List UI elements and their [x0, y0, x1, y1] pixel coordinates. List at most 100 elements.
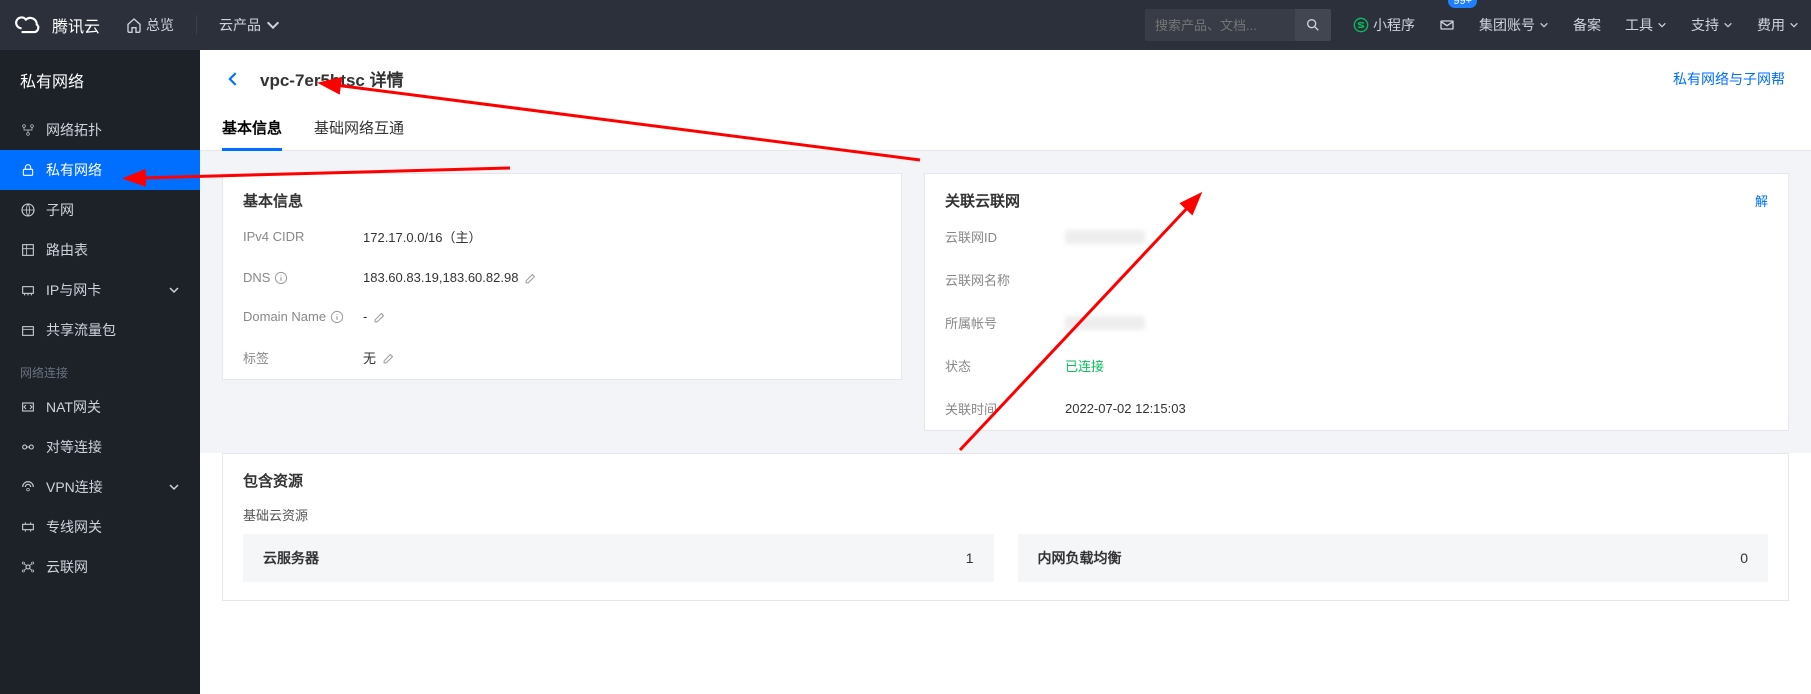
pencil-icon[interactable]: [524, 271, 538, 285]
tab-basic-info[interactable]: 基本信息: [222, 107, 282, 150]
nav-messages[interactable]: 99+: [1427, 0, 1467, 50]
row-ccn-status: 状态 已连接: [925, 344, 1788, 387]
nav-products[interactable]: 云产品: [207, 0, 293, 50]
sidebar-item-label: 私有网络: [46, 160, 102, 180]
info-icon[interactable]: [274, 271, 288, 285]
globe-icon: [20, 202, 36, 218]
sidebar-item-vpc[interactable]: 私有网络: [0, 150, 200, 190]
ccn-unbind-link[interactable]: 解: [1755, 191, 1768, 210]
nav-beian[interactable]: 备案: [1561, 0, 1613, 50]
sidebar-item-ip-nic[interactable]: IP与网卡: [0, 270, 200, 310]
label-ipv4: IPv4 CIDR: [243, 229, 363, 244]
nav-fees[interactable]: 费用: [1745, 0, 1811, 50]
label-ccn-owner: 所属帐号: [945, 313, 1065, 332]
lock-icon: [20, 162, 36, 178]
search-icon: [1305, 17, 1321, 33]
mail-icon: [1439, 17, 1455, 33]
nav-miniprogram[interactable]: 小程序: [1341, 0, 1427, 50]
table-icon: [20, 242, 36, 258]
sidebar-item-vpn[interactable]: VPN连接: [0, 467, 200, 507]
chevron-down-icon: [1657, 20, 1667, 30]
search-button[interactable]: [1295, 9, 1331, 41]
search-input[interactable]: [1145, 9, 1295, 41]
row-ccn-owner: 所属帐号: [925, 301, 1788, 344]
tab-bar: 基本信息 基础网络互通: [200, 107, 1811, 151]
label-dns: DNS: [243, 270, 363, 285]
nav-account[interactable]: 集团账号: [1467, 0, 1561, 50]
cloud-logo-icon: [14, 12, 40, 38]
value-ccn-status: 已连接: [1065, 356, 1104, 375]
topbar-right-links: 集团账号 备案 工具 支持 费用: [1467, 0, 1811, 50]
direct-icon: [20, 519, 36, 535]
sidebar-item-label: NAT网关: [46, 397, 101, 417]
sidebar-item-ccn[interactable]: 云联网: [0, 547, 200, 587]
resource-value: 1: [966, 550, 974, 566]
nat-icon: [20, 399, 36, 415]
mail-badge: 99+: [1448, 0, 1477, 8]
sidebar-item-peering[interactable]: 对等连接: [0, 427, 200, 467]
nav-support[interactable]: 支持: [1679, 0, 1745, 50]
back-button[interactable]: [222, 67, 246, 91]
masked-value: [1065, 230, 1145, 244]
content-area: 基本信息 IPv4 CIDR 172.17.0.0/16（主） DNS 183.…: [200, 151, 1811, 453]
resource-box-clb[interactable]: 内网负载均衡 0: [1018, 534, 1769, 582]
sidebar: 私有网络 网络拓扑 私有网络 子网 路由表 IP与网卡 共享流量包 网络连接: [0, 50, 200, 694]
value-ccn-id: [1065, 230, 1145, 244]
ccn-title: 关联云联网: [945, 190, 1020, 211]
sidebar-item-label: 网络拓扑: [46, 120, 102, 140]
sidebar-item-label: 路由表: [46, 240, 88, 260]
page-title: vpc-7er5btsc 详情: [260, 66, 404, 91]
sidebar-item-topology[interactable]: 网络拓扑: [0, 110, 200, 150]
chevron-down-icon: [1789, 20, 1799, 30]
pencil-icon[interactable]: [373, 310, 387, 324]
resources-row: 云服务器 1 内网负载均衡 0: [223, 534, 1788, 600]
row-ccn-id: 云联网ID: [925, 215, 1788, 258]
sidebar-item-label: 子网: [46, 200, 74, 220]
tab-classic-link[interactable]: 基础网络互通: [314, 107, 404, 150]
package-icon: [20, 322, 36, 338]
info-icon[interactable]: [330, 310, 344, 324]
nav-overview[interactable]: 总览: [114, 0, 186, 50]
sidebar-item-label: 对等连接: [46, 437, 102, 457]
label-ccn-name: 云联网名称: [945, 270, 1065, 289]
arrow-left-icon: [224, 69, 244, 89]
sidebar-item-directconnect[interactable]: 专线网关: [0, 507, 200, 547]
chevron-down-icon: [1723, 20, 1733, 30]
sidebar-item-routetable[interactable]: 路由表: [0, 230, 200, 270]
sidebar-item-nat[interactable]: NAT网关: [0, 387, 200, 427]
masked-value: [1065, 316, 1145, 330]
sidebar-item-sharedtraffic[interactable]: 共享流量包: [0, 310, 200, 350]
resources-title: 包含资源: [223, 454, 1788, 495]
sidebar-item-label: VPN连接: [46, 477, 103, 497]
row-dns: DNS 183.60.83.19,183.60.82.98: [223, 258, 901, 297]
card-ccn: 关联云联网 解 云联网ID 云联网名称 所属帐号 状态 已连接: [924, 173, 1789, 431]
chevron-down-icon: [1539, 20, 1549, 30]
nav-tools[interactable]: 工具: [1613, 0, 1679, 50]
help-link[interactable]: 私有网络与子网帮: [1673, 69, 1789, 89]
sidebar-item-subnet[interactable]: 子网: [0, 190, 200, 230]
ccn-icon: [20, 559, 36, 575]
card-title: 基本信息: [223, 174, 901, 215]
row-ipv4: IPv4 CIDR 172.17.0.0/16（主）: [223, 215, 901, 258]
resource-name: 云服务器: [263, 548, 319, 568]
row-ccn-name: 云联网名称: [925, 258, 1788, 301]
sidebar-item-label: 专线网关: [46, 517, 102, 537]
value-ccn-time: 2022-07-02 12:15:03: [1065, 401, 1186, 416]
sidebar-item-label: IP与网卡: [46, 280, 101, 300]
row-domain: Domain Name -: [223, 297, 901, 336]
topology-icon: [20, 122, 36, 138]
row-tags: 标签 无: [223, 336, 901, 379]
home-icon: [126, 17, 142, 33]
value-ccn-owner: [1065, 316, 1145, 330]
miniprogram-icon: [1353, 17, 1369, 33]
sidebar-title: 私有网络: [0, 50, 200, 110]
brand-text: 腾讯云: [52, 13, 100, 37]
value-tags: 无: [363, 348, 396, 367]
pencil-icon[interactable]: [382, 351, 396, 365]
brand-logo[interactable]: 腾讯云: [0, 12, 114, 38]
nic-icon: [20, 282, 36, 298]
value-domain: -: [363, 309, 387, 324]
sidebar-item-label: 云联网: [46, 557, 88, 577]
card-resources: 包含资源 基础云资源 云服务器 1 内网负载均衡 0: [222, 453, 1789, 601]
resource-box-cvm[interactable]: 云服务器 1: [243, 534, 994, 582]
